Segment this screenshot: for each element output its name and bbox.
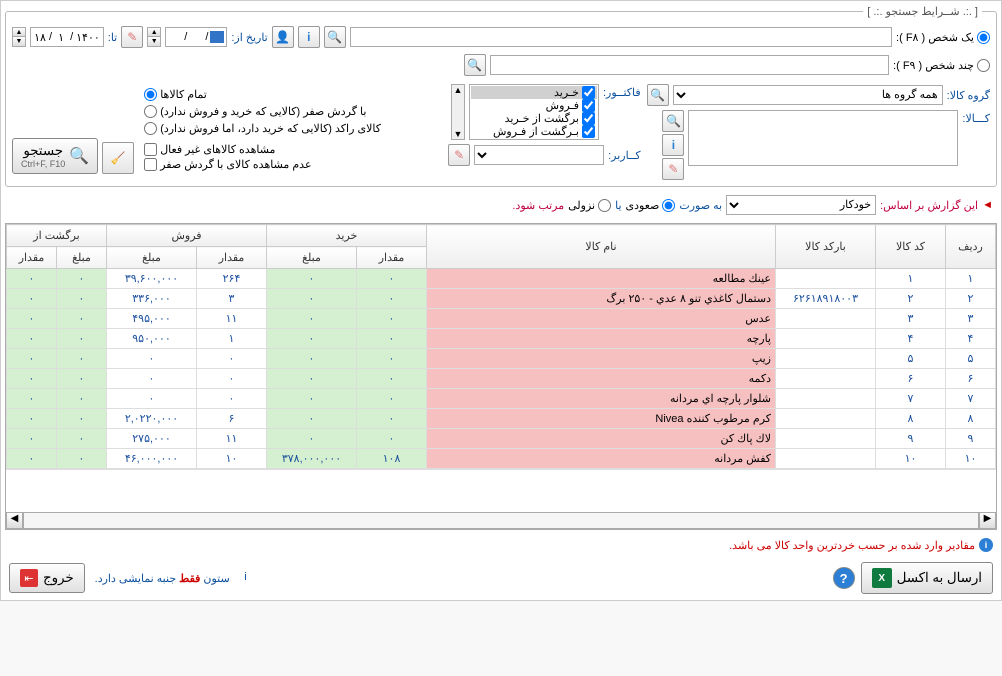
date-to-spin[interactable]: ▲▼ xyxy=(12,27,26,47)
search-legend: [ .:. شــرایط جستجو .:. ] xyxy=(863,5,982,18)
table-row[interactable]: ۸۸كرم مرطوب كننده Nivea۰۰۶۲,۰۲۲۰,۰۰۰۰۰ xyxy=(7,409,996,429)
sort-field-select[interactable]: خودکار xyxy=(726,195,876,215)
factor-list[interactable]: خـريد فـروش برگشت از خـريد بـرگشت از فـر… xyxy=(469,84,599,140)
search-icon[interactable]: 🔍 xyxy=(324,26,346,48)
person-extra-icon[interactable]: 👤 xyxy=(272,26,294,48)
kala-box[interactable] xyxy=(688,110,958,166)
one-person-radio[interactable]: یک شخص ( F۸ ): xyxy=(896,31,990,44)
exit-icon: ⇤ xyxy=(20,569,38,587)
search-conditions-fieldset: [ .:. شــرایط جستجو .:. ] یک شخص ( F۸ ):… xyxy=(5,5,997,187)
magnifier-icon: 🔍 xyxy=(69,146,89,166)
table-row[interactable]: ۹۹لاك پاك كن۰۰۱۱۲۷۵,۰۰۰۰۰ xyxy=(7,429,996,449)
table-row[interactable]: ۷۷شلوار پارچه اي مردانه۰۰۰۰۰۰ xyxy=(7,389,996,409)
sort-bar: ◄ این گزارش بر اساس: خودکار به صورت صعود… xyxy=(1,191,1001,219)
eraser-icon[interactable]: ✎ xyxy=(448,144,470,166)
goods-group-select[interactable]: همه گروه ها xyxy=(673,85,943,105)
help-icon[interactable]: ? xyxy=(833,567,855,589)
search-icon[interactable]: 🔍 xyxy=(464,54,486,76)
user-select[interactable] xyxy=(474,145,604,165)
table-row[interactable]: ۲۲۶۲۶۱۸۹۱۸۰۰۳دستمال كاغذي تنو ۸ عدي - ۲۵… xyxy=(7,289,996,309)
arrow-icon: ◄ xyxy=(982,199,993,211)
table-row[interactable]: ۶۶دكمه۰۰۰۰۰۰ xyxy=(7,369,996,389)
table-row[interactable]: ۱۰۱۰كفش مردانه۱۰۸۳۷۸,۰۰۰,۰۰۰۱۰۴۶,۰۰۰,۰۰۰… xyxy=(7,449,996,469)
column-hint: i ستون فقط جنبه نمایشی دارد. xyxy=(95,571,247,585)
one-person-input[interactable] xyxy=(350,27,892,47)
note-text: i مقادیر وارد شده بر حسب خردترین واحد کا… xyxy=(1,534,1001,556)
exit-button[interactable]: خروج ⇤ xyxy=(9,563,85,593)
eraser-icon[interactable]: ✎ xyxy=(662,158,684,180)
eraser-icon[interactable]: ✎ xyxy=(121,26,143,48)
table-row[interactable]: ۵۵زيپ۰۰۰۰۰۰ xyxy=(7,349,996,369)
search-icon[interactable]: 🔍 xyxy=(647,84,669,106)
date-from-spin[interactable]: ▲▼ xyxy=(147,27,161,47)
info-icon: i xyxy=(233,571,247,585)
table-row[interactable]: ۳۳عدس۰۰۱۱۴۹۵,۰۰۰۰۰ xyxy=(7,309,996,329)
table-row[interactable]: ۱۱عينك مطالعه۰۰۲۶۴۳۹,۶۰۰,۰۰۰۰۰ xyxy=(7,269,996,289)
data-grid: ردیف کد کالا بارکد کالا نام کالا خرید فر… xyxy=(5,223,997,530)
multi-person-radio[interactable]: چند شخص ( F۹ ): xyxy=(893,59,990,72)
broom-icon[interactable]: 🧹 xyxy=(102,142,134,174)
info-icon: i xyxy=(979,538,993,552)
search-icon[interactable]: 🔍 xyxy=(662,110,684,132)
factor-scroll[interactable]: ▲▼ xyxy=(451,84,465,140)
excel-icon: X xyxy=(872,568,892,588)
goods-filter-radios: تمام کالاها با گردش صفر (کالایی که خرید … xyxy=(144,84,442,180)
info-icon[interactable]: i xyxy=(298,26,320,48)
table-row[interactable]: ۴۴پارچه۰۰۱۹۵۰,۰۰۰۰۰ xyxy=(7,329,996,349)
info-icon[interactable]: i xyxy=(662,134,684,156)
multi-person-input[interactable] xyxy=(490,55,889,75)
search-button[interactable]: 🔍 جستجوCtrl+F, F10 xyxy=(12,138,98,174)
horizontal-scrollbar[interactable]: ▶◀ xyxy=(6,512,996,529)
date-to-input[interactable]: ۱۴۰۰/۱/۱۸ xyxy=(30,27,104,47)
date-from-input[interactable]: / / xyxy=(165,27,227,47)
export-excel-button[interactable]: ارسال به اکسل X xyxy=(861,562,993,594)
